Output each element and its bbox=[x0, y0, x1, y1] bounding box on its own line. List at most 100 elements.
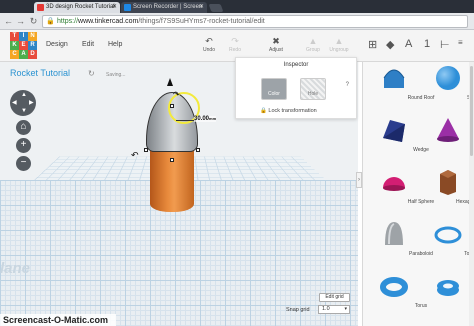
logo-letter: T bbox=[10, 32, 19, 41]
sphere-icon bbox=[436, 66, 460, 90]
document-title[interactable]: Rocket Tutorial bbox=[10, 68, 70, 78]
shape-half-sphere[interactable]: Half Sphere bbox=[367, 168, 434, 226]
padlock-icon: 🔒 bbox=[260, 108, 267, 114]
menu-help[interactable]: Help bbox=[108, 41, 122, 48]
torus-thin-icon bbox=[434, 226, 462, 244]
snap-grid-value: 1.0 bbox=[322, 306, 330, 312]
rotate-handle-icon[interactable]: ↶ bbox=[131, 150, 139, 161]
logo-letter: R bbox=[28, 41, 37, 50]
lock-transformation-toggle[interactable]: 🔒 Lock transformation bbox=[260, 108, 317, 114]
shape-torus-thin[interactable]: Torus thin bbox=[421, 220, 474, 278]
redo-icon: ↷ bbox=[231, 36, 239, 46]
logo-letter: A bbox=[19, 50, 28, 59]
color-button[interactable]: Color bbox=[261, 78, 287, 100]
rocket-body-cylinder[interactable] bbox=[150, 142, 194, 212]
shape-wedge[interactable]: Wedge bbox=[367, 116, 429, 174]
menu-design[interactable]: Design bbox=[46, 41, 68, 48]
hole-button[interactable]: Hole bbox=[300, 78, 326, 100]
helper-shapes-icon[interactable]: ⊢ bbox=[440, 38, 450, 51]
text-shapes-icon[interactable]: A bbox=[405, 38, 412, 50]
tab-close-icon[interactable]: ✕ bbox=[112, 2, 117, 13]
redo-button[interactable]: ↷ Redo bbox=[222, 35, 248, 53]
shape-hex-prism[interactable]: Hexagonal Prism bbox=[421, 168, 474, 226]
logo-letter: N bbox=[28, 32, 37, 41]
chevron-down-icon: ▾ bbox=[344, 306, 347, 312]
workplane-label: lane bbox=[0, 260, 31, 277]
wedge-icon bbox=[383, 120, 405, 142]
logo-letter: K bbox=[10, 41, 19, 50]
forward-icon[interactable]: → bbox=[15, 16, 26, 27]
shape-tube[interactable]: Tube bbox=[421, 272, 474, 326]
zoom-in-button[interactable]: + bbox=[16, 138, 31, 153]
orbit-right-icon[interactable]: ▶ bbox=[29, 100, 34, 106]
shape-paraboloid[interactable]: Paraboloid bbox=[367, 220, 433, 278]
grid-view-icon[interactable]: ⊞ bbox=[368, 38, 377, 51]
orbit-left-icon[interactable]: ◀ bbox=[12, 100, 17, 106]
adjust-button[interactable]: ✖ Adjust bbox=[263, 35, 289, 53]
snap-grid-label: Snap grid bbox=[286, 307, 310, 313]
address-bar-row: ← → ↻ 🔒 https://www.tinkercad.com/things… bbox=[0, 13, 474, 30]
scrollbar-thumb[interactable] bbox=[470, 66, 473, 156]
number-shapes-icon[interactable]: 1 bbox=[424, 38, 430, 50]
shape-round-roof[interactable]: Round Roof bbox=[367, 64, 434, 122]
save-status: Saving... bbox=[106, 72, 126, 78]
hole-label: Hole bbox=[307, 91, 319, 97]
logo-letter: C bbox=[10, 50, 19, 59]
url-path: /things/f7S9SuHYms7-rocket-tutorial/edit bbox=[138, 18, 265, 25]
tinkercad-logo[interactable]: TINKERCAD bbox=[10, 32, 38, 60]
shape-cone[interactable]: Cone bbox=[421, 116, 474, 174]
back-icon[interactable]: ← bbox=[3, 16, 14, 27]
color-label: Color bbox=[268, 91, 280, 97]
url-scheme: https:// bbox=[57, 18, 79, 25]
tube-icon bbox=[437, 280, 459, 296]
undo-icon: ↶ bbox=[205, 36, 213, 46]
ungroup-label: Ungroup bbox=[329, 47, 349, 53]
help-icon[interactable]: ? bbox=[346, 82, 349, 88]
orbit-down-icon[interactable]: ▼ bbox=[21, 108, 27, 114]
more-shapes-icon[interactable]: ≡ bbox=[458, 38, 463, 47]
rotate-handle-icon[interactable]: ↷ bbox=[173, 90, 180, 99]
torus-icon bbox=[380, 277, 408, 297]
hex-prism-icon bbox=[440, 170, 456, 195]
shape-sphere[interactable]: Sphere bbox=[421, 64, 474, 122]
resize-handle[interactable] bbox=[196, 148, 200, 152]
home-view-button[interactable]: ⌂ bbox=[16, 120, 31, 135]
ungroup-button[interactable]: ▲ Ungroup bbox=[326, 35, 352, 53]
rename-icon[interactable]: ↻ bbox=[88, 69, 95, 78]
resize-handle[interactable] bbox=[170, 104, 174, 108]
logo-letter: E bbox=[19, 41, 28, 50]
lift-arrow-icon[interactable] bbox=[167, 78, 173, 86]
group-button[interactable]: ▲ Group bbox=[300, 35, 326, 53]
cube-view-icon[interactable]: ◆ bbox=[386, 38, 394, 51]
browser-tabstrip: 3D design Rocket Tutorial ✕ Screen Recor… bbox=[0, 0, 474, 13]
inspector-panel: Inspector ? Color Hole 🔒 Lock transforma… bbox=[235, 57, 357, 119]
shapes-scrollbar[interactable] bbox=[469, 62, 474, 326]
zoom-out-button[interactable]: − bbox=[16, 156, 31, 171]
round-roof-icon bbox=[383, 69, 405, 88]
orbit-control[interactable]: ▲ ▼ ◀ ▶ bbox=[10, 90, 36, 116]
new-tab-button[interactable] bbox=[208, 4, 224, 12]
url-input[interactable]: 🔒 https://www.tinkercad.com/things/f7S9S… bbox=[42, 15, 468, 28]
group-label: Group bbox=[306, 47, 320, 53]
cone-icon bbox=[437, 118, 459, 142]
dimension-line bbox=[176, 120, 194, 121]
screencast-watermark: Screencast-O-Matic.com bbox=[0, 314, 116, 326]
resize-handle[interactable] bbox=[144, 148, 148, 152]
snap-grid-select[interactable]: 1.0 ▾ bbox=[318, 305, 350, 314]
shape-torus[interactable]: Torus bbox=[367, 272, 427, 326]
ungroup-icon: ▲ bbox=[334, 36, 344, 46]
dimension-number: 30.00 bbox=[194, 116, 210, 122]
reload-icon[interactable]: ↻ bbox=[28, 16, 39, 27]
dimension-unit: mm bbox=[209, 116, 217, 121]
tab-screen-recorder[interactable]: Screen Recorder | Screen ✕ bbox=[121, 2, 207, 13]
group-icon: ▲ bbox=[308, 36, 318, 46]
menu-edit[interactable]: Edit bbox=[82, 41, 94, 48]
orbit-up-icon[interactable]: ▲ bbox=[21, 92, 27, 98]
adjust-icon: ✖ bbox=[272, 36, 280, 46]
dimension-value[interactable]: 30.00mm bbox=[194, 116, 217, 122]
edit-grid-button[interactable]: Edit grid bbox=[319, 293, 350, 302]
resize-handle[interactable] bbox=[170, 158, 174, 162]
undo-button[interactable]: ↶ Undo bbox=[196, 35, 222, 53]
tab-tinkercad[interactable]: 3D design Rocket Tutorial ✕ bbox=[34, 2, 120, 13]
tab-close-icon[interactable]: ✕ bbox=[199, 2, 204, 13]
